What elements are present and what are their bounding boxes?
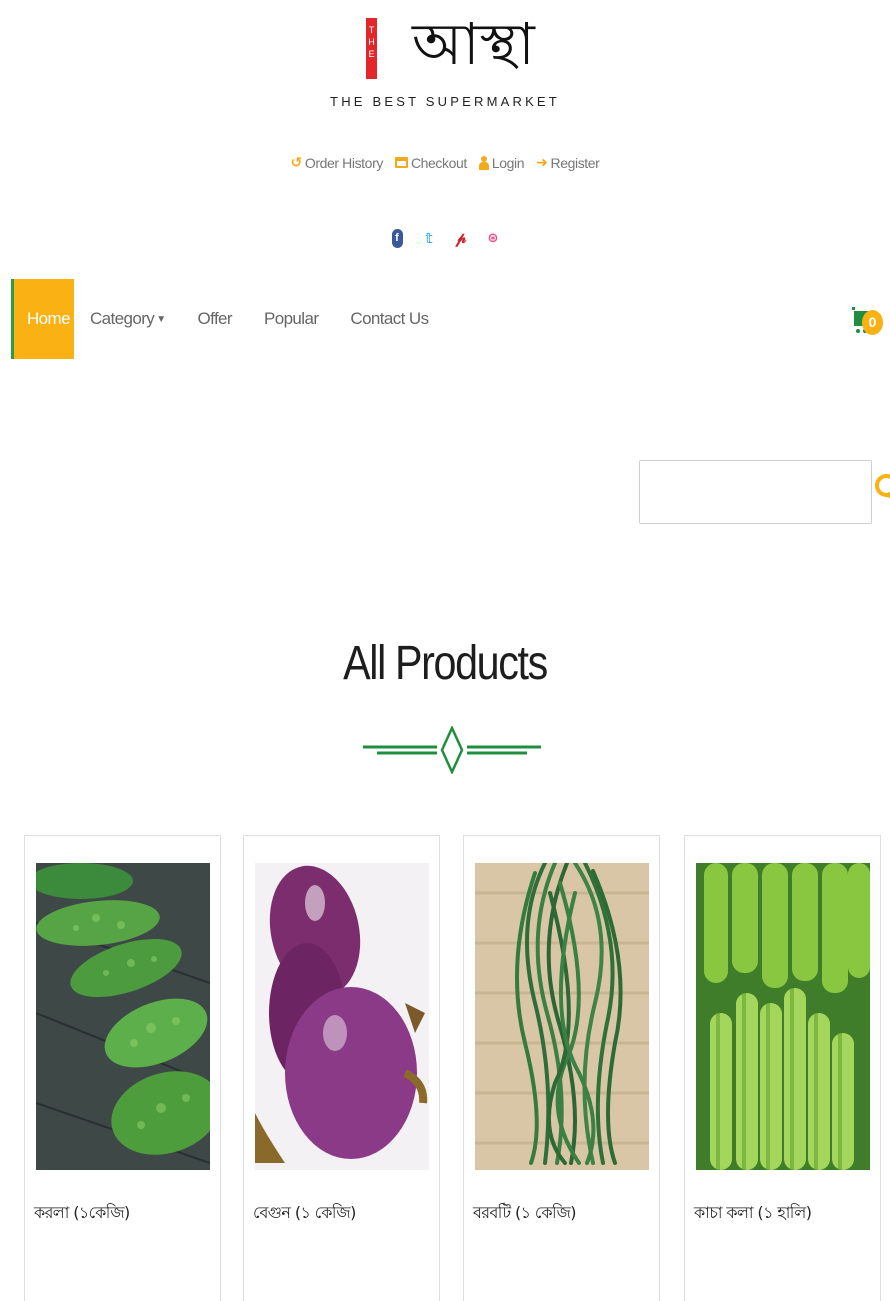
product-image-eggplant[interactable] — [255, 863, 429, 1170]
user-icon — [478, 155, 489, 170]
pinterest-icon[interactable]: 𝓅 — [454, 227, 468, 249]
order-history-label: Order History — [304, 154, 383, 171]
logo-badge-letter: H — [368, 37, 375, 47]
caret-down-icon: ▼ — [156, 313, 166, 325]
product-name[interactable]: করলা (১কেজি) — [34, 1200, 130, 1227]
nav-offer[interactable]: Offer — [182, 279, 248, 359]
logo-badge-letter: E — [368, 49, 375, 59]
facebook-icon[interactable]: f — [390, 227, 404, 249]
login-label: Login — [491, 154, 525, 171]
checkout-icon — [394, 157, 408, 168]
checkout-link[interactable]: Checkout — [394, 154, 467, 171]
cart-button[interactable]: 0 — [852, 303, 883, 337]
social-links: f 𝕥 𝓅 ⊛ — [0, 227, 890, 249]
nav-popular-label: Popular — [263, 309, 319, 328]
product-grid: করলা (১কেজি) বেগুন (১ কেজি) বরবটি (১ কেজ… — [24, 835, 882, 1301]
sign-in-icon: ➜ — [536, 154, 548, 170]
product-name[interactable]: বরবটি (১ কেজি) — [473, 1200, 577, 1227]
search-icon[interactable] — [872, 468, 890, 508]
logo-badge: T H E — [366, 18, 377, 79]
logo-wordmark: আস্থা — [412, 10, 535, 78]
product-name[interactable]: কাচা কলা (১ হালি) — [694, 1200, 812, 1227]
search-input[interactable] — [639, 460, 872, 524]
product-card[interactable]: করলা (১কেজি) — [24, 835, 221, 1301]
checkout-label: Checkout — [410, 154, 467, 171]
product-card[interactable]: কাচা কলা (১ হালি) — [684, 835, 881, 1301]
logo-badge-letter: T — [368, 25, 375, 35]
product-card[interactable]: বেগুন (১ কেজি) — [243, 835, 440, 1301]
twitter-icon[interactable]: 𝕥 — [422, 227, 436, 249]
nav-popular[interactable]: Popular — [248, 279, 334, 359]
logo-tagline: THE BEST SUPERMARKET — [330, 94, 560, 109]
nav-contact-label: Contact Us — [350, 309, 429, 328]
login-link[interactable]: Login — [478, 154, 525, 171]
nav-category[interactable]: Category ▼ — [74, 279, 182, 359]
cart-count-badge: 0 — [862, 310, 883, 335]
nav-category-label: Category — [90, 309, 155, 328]
section-title: All Products — [343, 637, 548, 690]
product-card[interactable]: বরবটি (১ কেজি) — [463, 835, 660, 1301]
nav-home-label: Home — [27, 309, 71, 328]
dribbble-icon[interactable]: ⊛ — [486, 227, 500, 249]
main-nav: Home Category ▼ Offer Popular Contact Us… — [11, 279, 890, 359]
register-label: Register — [550, 154, 600, 171]
product-image-green-banana[interactable] — [696, 863, 870, 1170]
product-name[interactable]: বেগুন (১ কেজি) — [253, 1200, 356, 1227]
register-link[interactable]: ➜ Register — [536, 154, 600, 171]
title-divider-icon — [363, 726, 541, 774]
nav-contact-us[interactable]: Contact Us — [334, 279, 444, 359]
nav-home[interactable]: Home — [11, 279, 74, 359]
site-logo[interactable]: T H E আস্থা THE BEST SUPERMARKET — [0, 8, 890, 118]
product-image-bitter-gourd[interactable] — [36, 863, 210, 1170]
account-links: ↺ Order History Checkout Login ➜ Registe… — [0, 154, 890, 171]
order-history-link[interactable]: ↺ Order History — [290, 154, 384, 171]
nav-offer-label: Offer — [197, 309, 233, 328]
history-icon: ↺ — [290, 154, 303, 170]
product-image-long-beans[interactable] — [475, 863, 649, 1170]
